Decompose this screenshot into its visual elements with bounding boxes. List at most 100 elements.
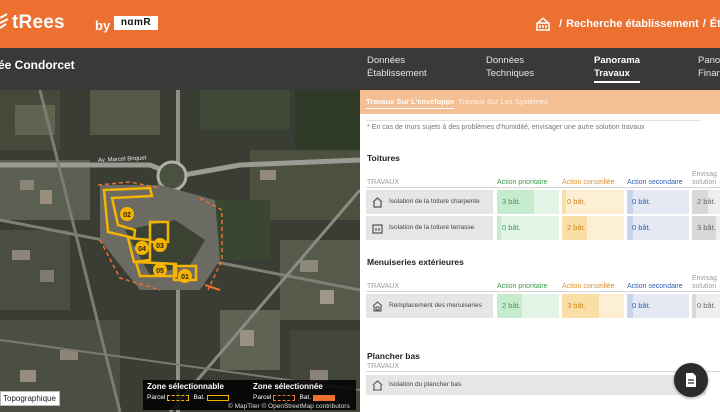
cell-envisager[interactable]: 3 bât. <box>692 216 720 240</box>
cell-value: 0 bât. <box>632 301 651 310</box>
building-marker-05[interactable]: 05 <box>153 263 167 277</box>
building-marker-01[interactable]: 01 <box>178 269 192 283</box>
logo[interactable]: tRees <box>0 12 65 34</box>
school-building-icon[interactable] <box>535 17 551 31</box>
building-marker-04[interactable]: 04 <box>135 241 149 255</box>
document-icon <box>686 373 696 387</box>
breadcrumb-search[interactable]: Recherche établissement <box>566 18 699 30</box>
tab-label-line2: Techniques <box>486 68 535 79</box>
partner-logo: nɑmR <box>114 16 158 30</box>
column-header-travaux: TRAVAUX <box>367 283 400 290</box>
by-label: by <box>95 18 111 33</box>
legend-title: Zone sélectionnée <box>253 382 323 391</box>
subtab-envelope[interactable]: Travaux Sur L'enveloppe <box>366 97 455 109</box>
header-divider <box>366 371 720 372</box>
column-header-conseillee: Action conseillée <box>562 283 615 290</box>
column-header-secondaire: Action secondaire <box>627 283 683 290</box>
logo-text: tRees <box>12 12 65 33</box>
tab-panorama-financier[interactable]: Panor Finan <box>698 54 720 80</box>
flat-roof-building-icon <box>372 223 383 234</box>
column-header-travaux: TRAVAUX <box>367 363 400 370</box>
tab-label-line1: Données <box>486 55 525 66</box>
section-title-toitures: Toitures <box>367 153 400 163</box>
header-divider <box>366 291 720 292</box>
cell-secondaire[interactable]: 0 bât. <box>627 216 689 240</box>
tab-label-line1: Panorama <box>594 55 640 66</box>
cell-conseillee[interactable]: 2 bât. <box>562 216 624 240</box>
cell-fill <box>562 190 566 214</box>
cell-fill <box>692 294 696 318</box>
humidity-note: * En cas de murs sujets à des problèmes … <box>367 124 645 131</box>
window-house-icon <box>372 300 383 312</box>
cell-secondaire[interactable]: 0 bât. <box>627 190 689 214</box>
section-title-menuiseries: Menuiseries extérieures <box>367 257 464 267</box>
marker-label: 01 <box>181 274 189 281</box>
house-roof-icon <box>372 196 383 208</box>
cell-prioritaire[interactable]: 2 bât. <box>497 294 559 318</box>
tab-donnees-techniques[interactable]: Données Techniques <box>486 54 534 80</box>
marker-label: 05 <box>156 268 164 275</box>
report-button[interactable] <box>674 363 708 397</box>
header-divider <box>366 187 720 188</box>
cell-value: 0 bât. <box>502 223 521 232</box>
cell-envisager[interactable]: 2 bât. <box>692 190 720 214</box>
floor-house-icon <box>372 379 383 391</box>
building-marker-03[interactable]: 03 <box>153 238 167 252</box>
row-label-text: Isolation de la toiture charpente <box>389 198 480 205</box>
satellite-map[interactable]: Av. Marcel Briquet 02 03 04 05 01 Topogr… <box>0 90 360 412</box>
cell-value: 0 bât. <box>632 223 651 232</box>
column-header-secondaire: Action secondaire <box>627 179 683 186</box>
tab-panorama-travaux[interactable]: Panorama Travaux <box>594 54 640 83</box>
marker-label: 02 <box>123 212 131 219</box>
legend-bat-swatch <box>207 394 229 401</box>
subtab-systems[interactable]: Travaux Sur Les Systèmes <box>458 97 548 106</box>
tab-label-line2: Établissement <box>367 68 427 79</box>
tab-label-line2: Finan <box>698 68 720 79</box>
legend-parcel-swatch <box>167 394 190 401</box>
row-label-text: Remplacement des menuiseries <box>389 302 482 309</box>
row-label-text: Isolation de la toiture terrasse <box>389 224 475 231</box>
cell-envisager[interactable]: 0 bât. <box>692 294 720 318</box>
cell-value: 3 bât. <box>567 301 586 310</box>
cell-value: 0 bât. <box>567 197 586 206</box>
table-row-label[interactable]: Remplacement des menuiseries <box>366 294 493 318</box>
legend-parcel-label: Parcel <box>253 394 272 401</box>
cell-value: 2 bât. <box>697 197 716 206</box>
table-row-label[interactable]: Isolation de la toiture terrasse <box>366 216 493 240</box>
cell-value: 3 bât. <box>502 197 521 206</box>
aerial-imagery[interactable]: Av. Marcel Briquet 02 03 04 05 01 <box>0 90 360 412</box>
column-header-envisager-line2: solution <box>692 179 717 186</box>
cell-value: 0 bât. <box>697 301 716 310</box>
tab-donnees-etablissement[interactable]: Données Établissement <box>367 54 427 80</box>
breadcrumb-establishment[interactable]: Établiss <box>710 18 720 30</box>
marker-label: 03 <box>156 243 164 250</box>
legend-bat-label: Bat. <box>193 394 205 401</box>
column-header-conseillee: Action conseillée <box>562 179 615 186</box>
table-row-label[interactable]: Isolation du plancher bas <box>366 375 706 395</box>
cell-conseillee[interactable]: 3 bât. <box>562 294 624 318</box>
tab-label-line1: Données <box>367 55 406 66</box>
topographic-layer-button[interactable]: Topographique <box>0 391 60 406</box>
works-panel: Travaux Sur L'enveloppe Travaux Sur Les … <box>360 90 720 412</box>
legend-bat-swatch <box>313 394 335 401</box>
column-header-envisager: Envisag <box>692 275 717 282</box>
cell-secondaire[interactable]: 0 bât. <box>627 294 689 318</box>
map-attribution[interactable]: © MapTiler © OpenStreetMap contributors <box>228 403 350 410</box>
column-header-envisager-line2: solution <box>692 283 717 290</box>
legend-parcel-swatch <box>273 394 296 401</box>
cell-value: 0 bât. <box>632 197 651 206</box>
column-header-prioritaire: Action prioritaire <box>497 179 548 186</box>
cell-prioritaire[interactable]: 0 bât. <box>497 216 559 240</box>
cell-prioritaire[interactable]: 3 bât. <box>497 190 559 214</box>
cell-value: 3 bât. <box>697 223 716 232</box>
tab-label-line2: Travaux <box>594 68 630 79</box>
building-marker-02[interactable]: 02 <box>120 207 134 221</box>
top-bar: tRees by nɑmR / Recherche établissement … <box>0 0 720 48</box>
subtab-bar: Travaux Sur L'enveloppe Travaux Sur Les … <box>360 90 720 114</box>
breadcrumb-separator: / <box>702 18 706 30</box>
cell-conseillee[interactable]: 0 bât. <box>562 190 624 214</box>
row-label-text: Isolation du plancher bas <box>389 381 462 388</box>
cell-value: 2 bât. <box>502 301 521 310</box>
table-row-label[interactable]: Isolation de la toiture charpente <box>366 190 493 214</box>
marker-label: 04 <box>138 246 146 253</box>
